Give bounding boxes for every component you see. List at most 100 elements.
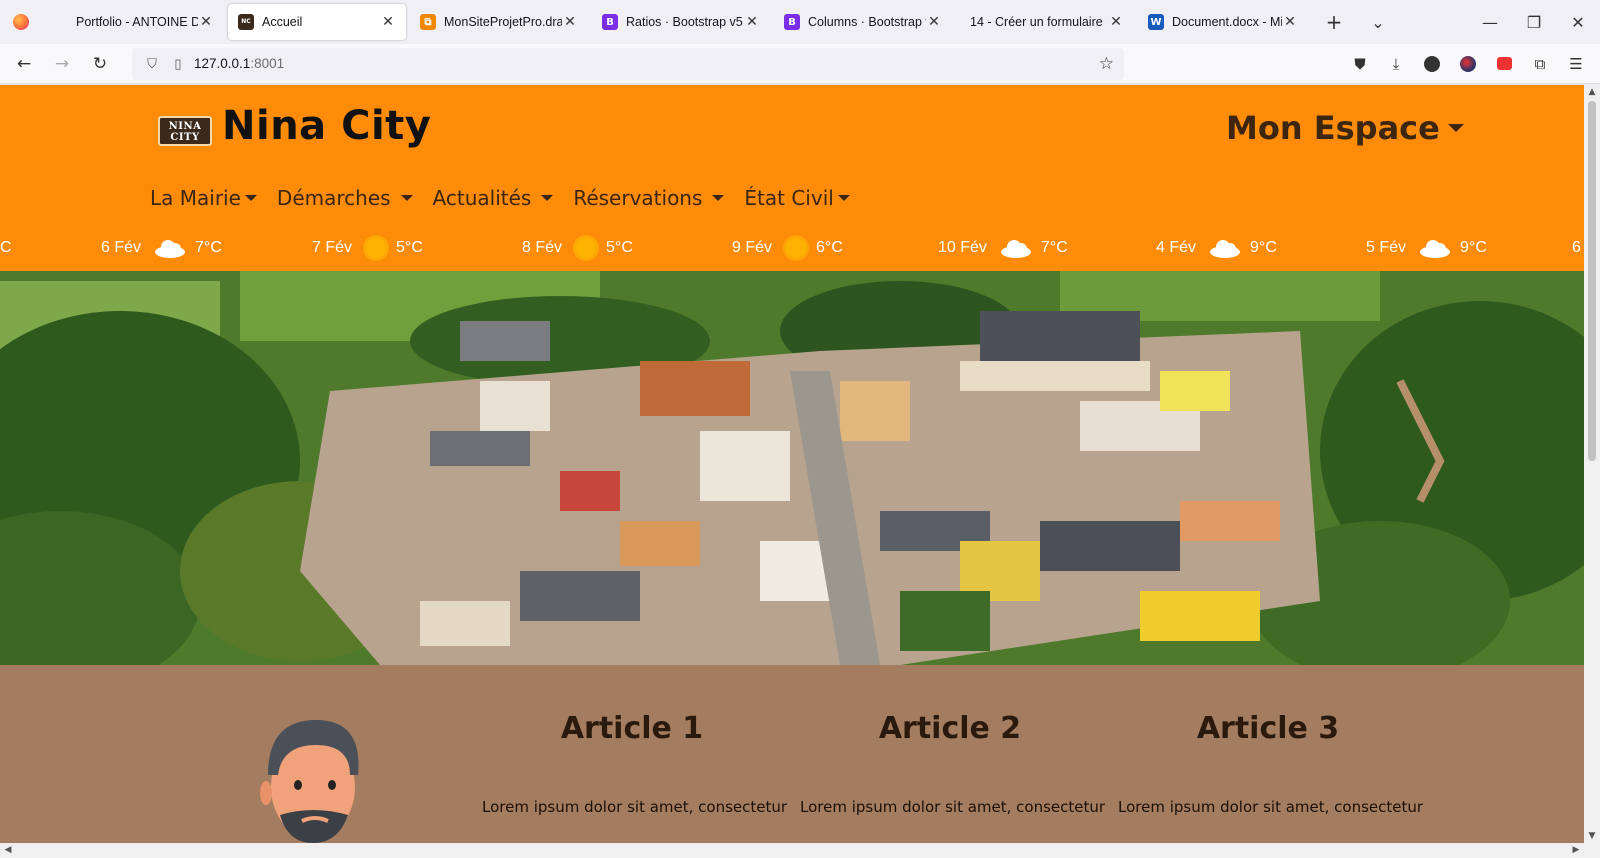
weather-item: 5 Fév 9°C [1366, 233, 1487, 263]
site-header: NINA CITY Nina City Mon Espace La Mairie … [0, 85, 1584, 271]
weather-temp: 5°C [396, 239, 423, 256]
weather-item: 10 Fév 7°C [938, 233, 1068, 263]
tab-portfolio[interactable]: Portfolio - ANTOINE David : P ✕ [42, 4, 224, 40]
site-title[interactable]: Nina City [222, 103, 431, 149]
article-title[interactable]: Article 3 [1118, 711, 1418, 746]
sun-icon [786, 238, 807, 258]
back-arrow-icon[interactable]: ← [6, 46, 42, 82]
close-tab-icon[interactable]: ✕ [380, 14, 396, 30]
close-tab-icon[interactable]: ✕ [198, 14, 214, 30]
download-icon[interactable]: ⤓ [1378, 46, 1414, 82]
weather-item: 9 Fév 6°C [732, 233, 843, 263]
scrollbar-corner [1584, 843, 1600, 858]
site-logo[interactable]: NINA CITY [158, 116, 212, 146]
close-window-icon[interactable]: ✕ [1556, 0, 1600, 44]
tab-title: 14 - Créer un formulaire [970, 15, 1103, 29]
hero-village-image [0, 271, 1584, 665]
shield-icon[interactable]: ⛉ [142, 56, 162, 72]
portfolio-favicon-icon [52, 14, 68, 30]
cloud-icon [1420, 238, 1451, 258]
weather-item-partial: 6 [1572, 233, 1581, 263]
weather-date: 6 Fév [101, 239, 142, 256]
bookmark-star-icon[interactable]: ☆ [1099, 54, 1114, 74]
drawio-favicon-icon: ⧉ [420, 14, 436, 30]
weather-item: 4 Fév 9°C [1156, 233, 1277, 263]
nav-reservations[interactable]: Réservations [573, 186, 725, 210]
tab-ratios-bootstrap[interactable]: B Ratios · Bootstrap v5.3 ✕ [592, 4, 770, 40]
page-icon[interactable]: ▯ [168, 56, 188, 72]
weather-date: 5 Fév [1366, 239, 1407, 256]
menu-hamburger-icon[interactable]: ☰ [1558, 46, 1594, 82]
tab-columns-bootstrap[interactable]: B Columns · Bootstrap v5.3 ✕ [774, 4, 952, 40]
article-title[interactable]: Article 1 [482, 711, 782, 746]
caret-down-icon [837, 195, 850, 201]
weather-temp: 9°C [1250, 239, 1277, 256]
village-illustration [0, 271, 1584, 665]
color-extension-icon[interactable] [1450, 46, 1486, 82]
weather-date: 4 Fév [1156, 239, 1197, 256]
tab-accueil[interactable]: NC Accueil ✕ [228, 4, 406, 40]
weather-date: 9 Fév [732, 239, 773, 256]
tab-title: MonSiteProjetPro.drawio [444, 15, 562, 29]
scroll-down-arrow-icon[interactable]: ▼ [1584, 829, 1600, 843]
nav-label: Actualités [432, 186, 532, 210]
mon-espace-label: Mon Espace [1226, 109, 1440, 147]
browser-tab-bar: Portfolio - ANTOINE David : P ✕ NC Accue… [0, 0, 1600, 44]
camera-extension-icon[interactable] [1486, 46, 1522, 82]
weather-temp: 9°C [1460, 239, 1487, 256]
scrollbar-thumb[interactable] [1588, 101, 1596, 461]
weather-temp: 7°C [195, 239, 222, 256]
weather-temp: C [0, 239, 12, 256]
scroll-right-arrow-icon[interactable]: ▶ [1568, 843, 1584, 858]
article-card[interactable]: Article 2 Lorem ipsum dolor sit amet, co… [800, 711, 1106, 816]
nav-actualites[interactable]: Actualités [433, 186, 554, 210]
tab-drawio[interactable]: ⧉ MonSiteProjetPro.drawio ✕ [410, 4, 588, 40]
dark-extension-icon[interactable] [1414, 46, 1450, 82]
pocket-icon[interactable]: ⛊ [1342, 46, 1378, 82]
reload-icon[interactable]: ↻ [82, 46, 118, 82]
restore-window-icon[interactable]: ❐ [1512, 0, 1556, 44]
nav-label: État Civil [744, 186, 834, 210]
url-port: :8001 [250, 56, 285, 71]
close-tab-icon[interactable]: ✕ [1282, 14, 1298, 30]
firefox-icon[interactable] [0, 0, 42, 44]
nav-la-mairie[interactable]: La Mairie [150, 186, 257, 210]
weather-temp: 7°C [1040, 239, 1068, 256]
avatar [260, 720, 359, 843]
close-tab-icon[interactable]: ✕ [1108, 14, 1124, 30]
caret-down-icon [244, 195, 257, 201]
nav-demarches[interactable]: Démarches [277, 186, 413, 210]
articles-section: Article 1 Lorem ipsum dolor sit amet, co… [0, 665, 1584, 843]
minimize-window-icon[interactable]: — [1468, 0, 1512, 44]
horizontal-scrollbar[interactable]: ◀ ▶ [0, 843, 1584, 858]
caret-down-icon [1447, 124, 1464, 132]
tab-document-word[interactable]: W Document.docx - Microsoft Word ✕ [1138, 4, 1308, 40]
weather-date: 8 Fév [522, 239, 563, 256]
article-title[interactable]: Article 2 [800, 711, 1100, 746]
article-text: Lorem ipsum dolor sit amet, consectetur [800, 798, 1106, 816]
nav-label: La Mairie [150, 186, 241, 210]
scroll-up-arrow-icon[interactable]: ▲ [1584, 85, 1600, 99]
address-bar[interactable]: ⛉ ▯ 127.0.0.1:8001 ☆ [132, 47, 1124, 80]
list-all-tabs-chevron-icon[interactable]: ⌄ [1356, 0, 1400, 44]
sun-icon [366, 238, 387, 258]
article-card[interactable]: Article 3 Lorem ipsum dolor sit amet, co… [1118, 711, 1423, 816]
caret-down-icon [400, 195, 413, 201]
close-tab-icon[interactable]: ✕ [744, 14, 760, 30]
page-viewport: NINA CITY Nina City Mon Espace La Mairie … [0, 85, 1584, 843]
scroll-left-arrow-icon[interactable]: ◀ [0, 843, 16, 858]
vertical-scrollbar[interactable]: ▲ ▼ [1584, 85, 1600, 843]
nav-etat-civil[interactable]: État Civil [744, 186, 850, 210]
extensions-puzzle-icon[interactable]: ⧉ [1522, 46, 1558, 82]
article-card[interactable]: Article 1 Lorem ipsum dolor sit amet, co… [482, 711, 787, 816]
mon-espace-dropdown[interactable]: Mon Espace [1226, 109, 1464, 147]
close-tab-icon[interactable]: ✕ [562, 14, 578, 30]
close-tab-icon[interactable]: ✕ [926, 14, 942, 30]
nav-label: Démarches [276, 186, 391, 210]
tab-creer-formulaire[interactable]: 14 - Créer un formulaire ✕ [956, 4, 1134, 40]
new-tab-plus-icon[interactable]: + [1312, 0, 1356, 44]
tab-title: Columns · Bootstrap v5.3 [808, 15, 926, 29]
forward-arrow-icon[interactable]: → [44, 46, 80, 82]
weather-item: 6 Fév 7°C [101, 233, 222, 263]
weather-temp: 6°C [816, 239, 843, 256]
